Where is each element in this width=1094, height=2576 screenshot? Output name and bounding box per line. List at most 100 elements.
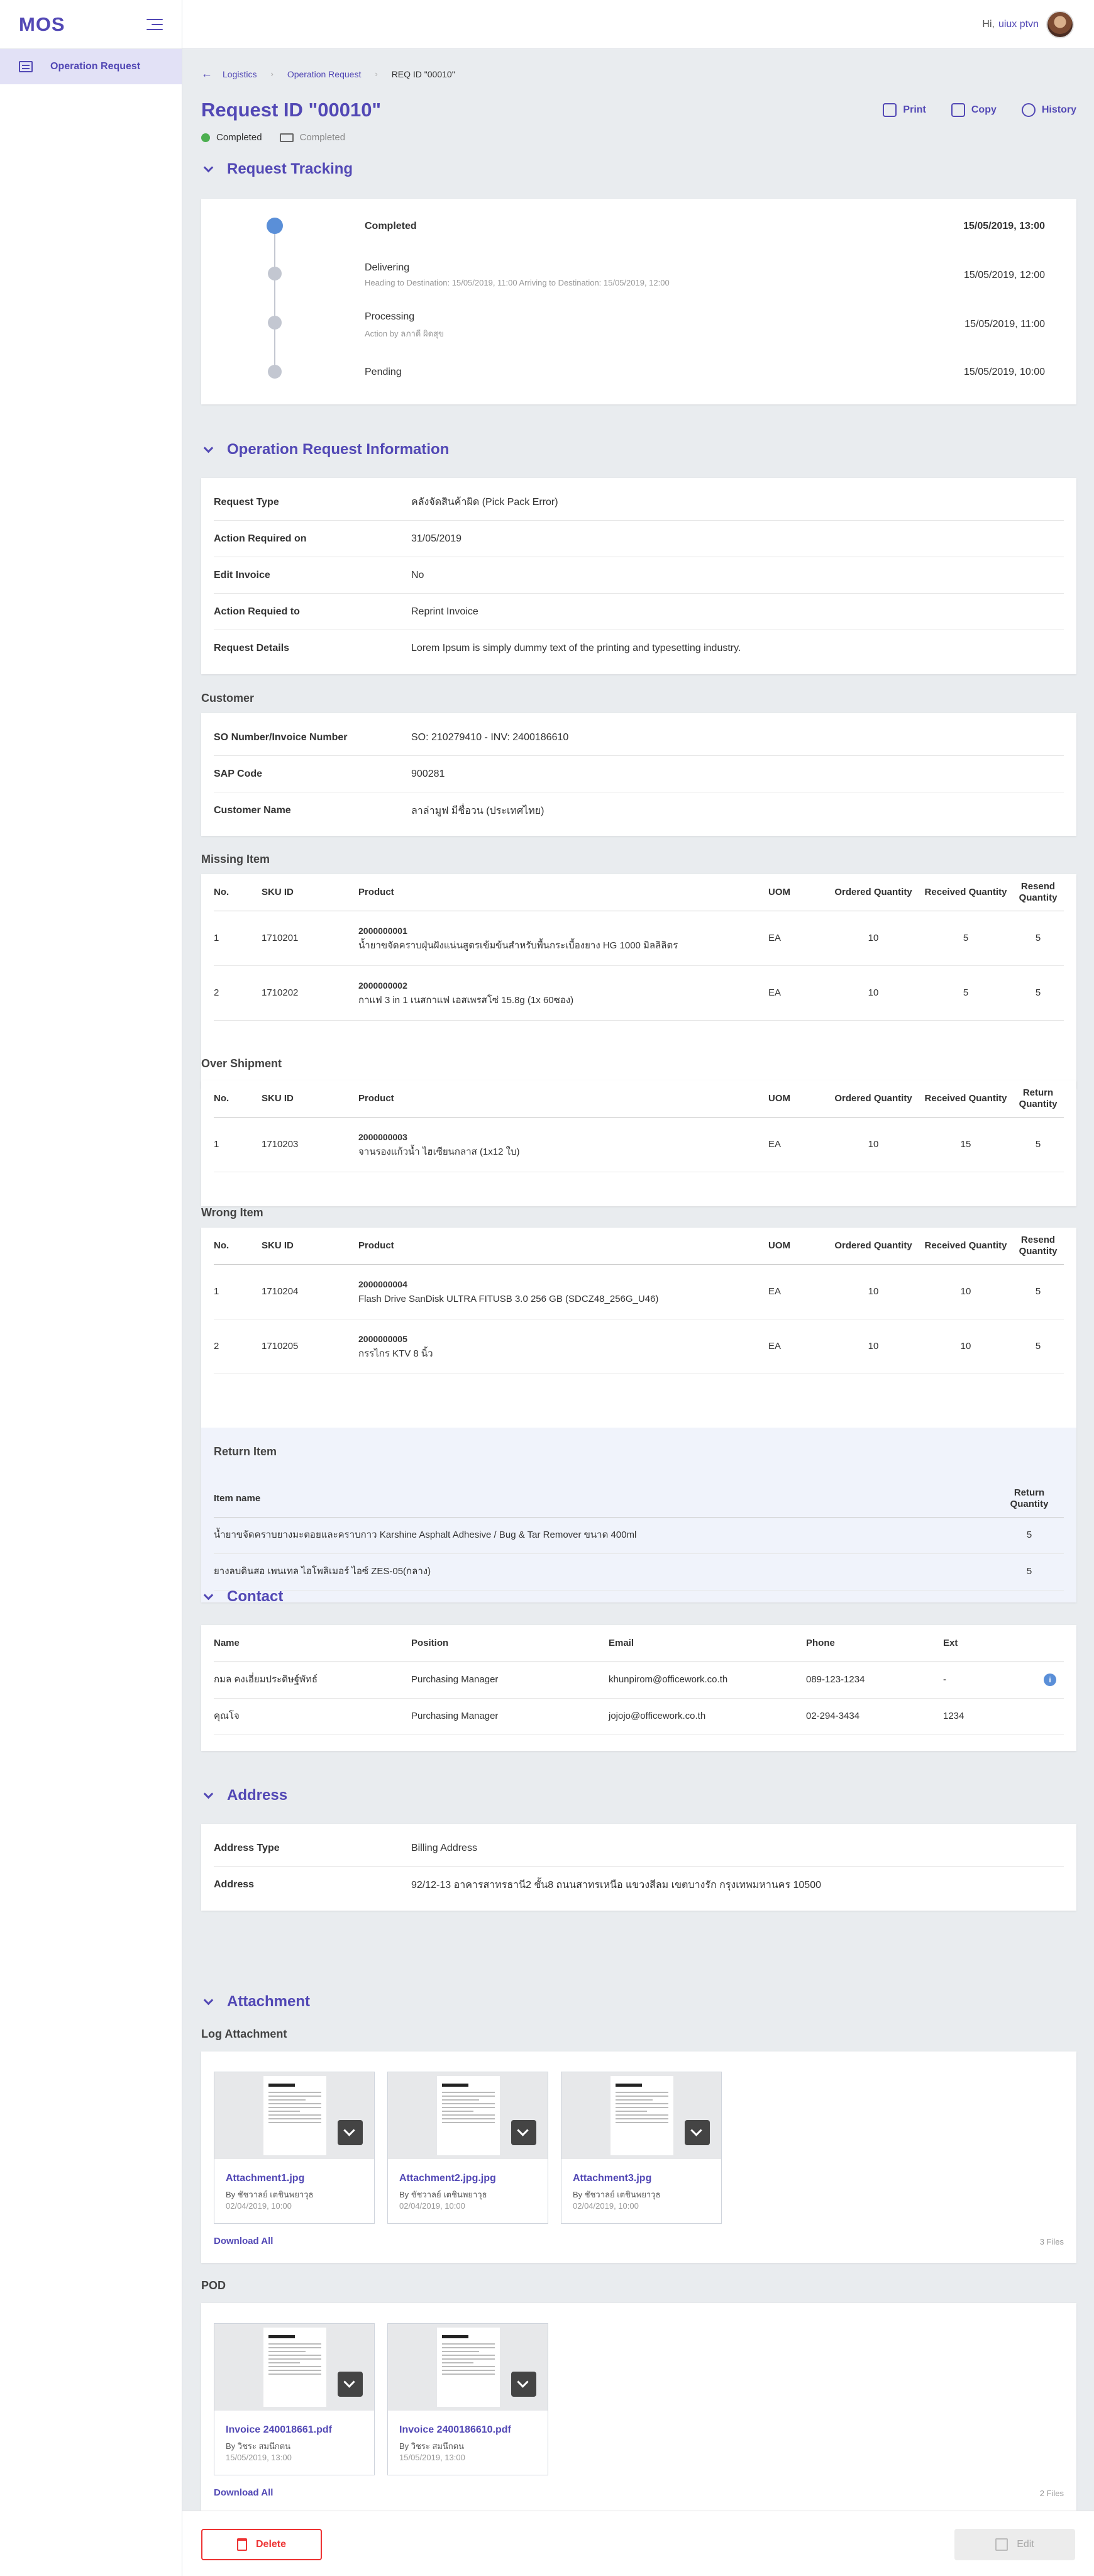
product-code: 2000000003 — [358, 1131, 407, 1142]
address-value: 92/12-13 อาคารสาทรธานี2 ชั้น8 ถนนสาทรเหน… — [411, 1879, 821, 1890]
table-row: 2 1710202 2000000002 กาแฟ 3 in 1 เนสกาแฟ … — [214, 965, 1064, 1021]
info-value: คลังจัดสินค้าผิด (Pick Pack Error) — [411, 497, 558, 508]
file-thumbnail — [214, 2072, 374, 2159]
back-arrow-icon[interactable]: ← — [201, 67, 213, 80]
breadcrumb-current: REQ ID "00010" — [391, 69, 455, 79]
cell-no: 1 — [214, 1117, 262, 1172]
status-badge: Completed — [216, 132, 262, 143]
file-date: 15/05/2019, 13:00 — [226, 2453, 292, 2462]
chevron-right-icon: › — [375, 69, 378, 79]
product-code: 2000000002 — [358, 980, 407, 991]
cell-received: 5 — [919, 965, 1012, 1021]
file-thumbnail — [388, 2072, 548, 2159]
file-name[interactable]: Attachment1.jpg — [226, 2173, 304, 2184]
cell-uom: EA — [768, 965, 827, 1021]
file-card[interactable]: Attachment2.jpg.jpg By ชัชวาลย์ เตชินพยา… — [387, 2072, 548, 2224]
timeline-row: Pending 15/05/2019, 10:00 — [201, 346, 1076, 395]
product-name: กาแฟ 3 in 1 เนสกาแฟ เอสเพรสโซ่ 15.8g (1x… — [358, 994, 574, 1006]
file-card[interactable]: Attachment1.jpg By ชัชวาลย์ เตชินพยาวุธ … — [214, 2072, 375, 2224]
col-email: Email — [609, 1625, 806, 1662]
footer-bar: Delete Edit — [182, 2511, 1094, 2576]
breadcrumb-logistics[interactable]: Logistics — [223, 69, 257, 79]
history-button[interactable]: History — [1021, 103, 1076, 117]
file-name[interactable]: Attachment2.jpg.jpg — [399, 2173, 496, 2184]
breadcrumb-operation-request[interactable]: Operation Request — [287, 69, 362, 79]
col-phone: Phone — [806, 1625, 943, 1662]
top-header: Hi, uiux ptvn — [182, 0, 1094, 49]
download-icon[interactable] — [338, 2372, 363, 2397]
col-ordered: Ordered Quantity — [827, 1228, 919, 1265]
cell-position: Purchasing Manager — [411, 1662, 609, 1699]
chevron-down-icon — [203, 443, 214, 453]
timeline-desc: Heading to Destination: 15/05/2019, 11:0… — [365, 278, 670, 287]
col-uom: UOM — [768, 1228, 827, 1265]
download-icon[interactable] — [511, 2372, 536, 2397]
download-icon[interactable] — [685, 2120, 710, 2145]
print-button[interactable]: Print — [883, 103, 926, 117]
cell-return-quantity: 5 — [995, 1553, 1064, 1591]
info-key: Edit Invoice — [214, 569, 270, 580]
timeline-desc: Action by ลภาดี ผิดสุข — [365, 329, 444, 338]
cell-ordered: 10 — [827, 1117, 919, 1172]
wrong-item-card: No. SKU ID Product UOM Ordered Quantity … — [201, 1228, 1076, 1602]
section-operation-request-information[interactable]: Operation Request Information — [201, 441, 449, 458]
section-request-tracking[interactable]: Request Tracking — [201, 160, 353, 178]
file-card[interactable]: Attachment3.jpg By ชัชวาลย์ เตชินพยาวุธ … — [561, 2072, 722, 2224]
breadcrumb: ← Logistics › Operation Request › REQ ID… — [201, 67, 455, 80]
file-thumbnail — [561, 2072, 721, 2159]
download-icon[interactable] — [338, 2120, 363, 2145]
info-key: Request Details — [214, 643, 290, 653]
cell-ordered: 10 — [827, 1319, 919, 1374]
col-received: Received Quantity — [919, 1228, 1012, 1265]
download-icon[interactable] — [511, 2120, 536, 2145]
cell-sku: 1710201 — [262, 911, 358, 966]
table-row: 1 1710203 2000000003 จานรองแก้วน้ำ ไฮเซีย… — [214, 1117, 1064, 1172]
timeline-dot — [268, 267, 282, 280]
file-name[interactable]: Attachment3.jpg — [573, 2173, 651, 2184]
info-icon[interactable]: i — [1044, 1674, 1056, 1686]
col-received: Received Quantity — [919, 1080, 1012, 1118]
file-uploader: By ชัชวาลย์ เตชินพยาวุธ — [226, 2190, 314, 2199]
chevron-down-icon — [203, 162, 214, 172]
cell-return-quantity: 5 — [995, 1517, 1064, 1554]
user-menu[interactable]: Hi, uiux ptvn — [982, 11, 1074, 38]
file-name[interactable]: Invoice 2400186610.pdf — [399, 2424, 511, 2436]
edit-button[interactable]: Edit — [954, 2529, 1075, 2560]
print-label: Print — [903, 104, 926, 115]
section-address[interactable]: Address — [201, 1787, 287, 1804]
col-name: Name — [214, 1625, 411, 1662]
edit-icon — [995, 2538, 1008, 2551]
address-key: Address Type — [214, 1842, 280, 1853]
file-date: 02/04/2019, 10:00 — [399, 2201, 465, 2211]
download-all-button[interactable]: Download All — [214, 2487, 273, 2498]
file-card[interactable]: Invoice 2400186610.pdf By วิชระ สมนึกตน … — [387, 2323, 548, 2475]
avatar[interactable] — [1046, 11, 1074, 38]
page-actions: Print Copy History — [883, 103, 1076, 117]
menu-toggle-icon[interactable] — [146, 18, 163, 30]
app-logo[interactable]: MOS — [19, 13, 65, 36]
file-name[interactable]: Invoice 240018661.pdf — [226, 2424, 332, 2436]
section-title: Contact — [227, 1588, 284, 1605]
return-item-table: Item name Return Quantity น้ำยาขจัดคราบย… — [214, 1480, 1064, 1591]
cell-received: 15 — [919, 1117, 1012, 1172]
contact-card: Name Position Email Phone Ext กมล คงเอี่… — [201, 1625, 1076, 1751]
col-return-quantity: Return Quantity — [995, 1480, 1064, 1518]
sidebar-item-operation-request[interactable]: Operation Request — [0, 49, 182, 84]
col-resend: Resend Quantity — [1012, 874, 1064, 911]
download-all-button[interactable]: Download All — [214, 2236, 273, 2246]
file-card[interactable]: Invoice 240018661.pdf By วิชระ สมนึกตน 1… — [214, 2323, 375, 2475]
section-attachment[interactable]: Attachment — [201, 1993, 310, 2011]
copy-button[interactable]: Copy — [951, 103, 997, 117]
product-name: จานรองแก้วน้ำ ไฮเซียนกลาส (1x12 ใบ) — [358, 1146, 520, 1157]
file-date: 02/04/2019, 10:00 — [226, 2201, 292, 2211]
delete-button[interactable]: Delete — [201, 2529, 322, 2560]
section-contact[interactable]: Contact — [201, 1588, 283, 1606]
col-ordered: Ordered Quantity — [827, 874, 919, 911]
info-row: Request Details Lorem Ipsum is simply dum… — [214, 630, 1064, 667]
copy-icon — [951, 103, 965, 117]
wrong-item-heading: Wrong Item — [201, 1206, 263, 1219]
table-row: 1 1710204 2000000004 Flash Drive SanDisk … — [214, 1264, 1064, 1319]
cell-email: khunpirom@officework.co.th — [609, 1662, 806, 1699]
col-product: Product — [358, 1228, 768, 1265]
over-shipment-table: No. SKU ID Product UOM Ordered Quantity … — [214, 1080, 1064, 1172]
